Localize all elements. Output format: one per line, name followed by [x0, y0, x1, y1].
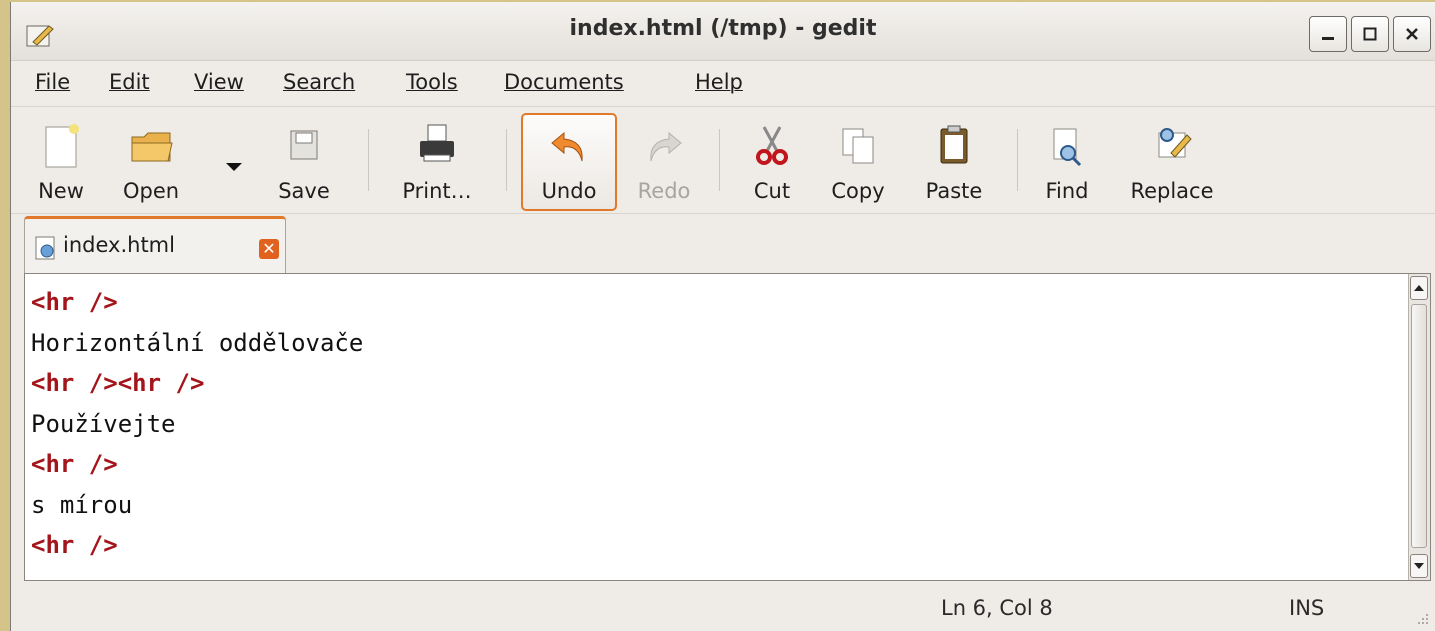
menu-documents[interactable]: Documents	[504, 70, 624, 94]
insert-mode-indicator[interactable]: INS	[1289, 596, 1324, 620]
title-bar[interactable]: index.html (/tmp) - gedit	[11, 2, 1435, 61]
code-line: <hr />	[31, 444, 363, 485]
html-tag-token: <hr />	[31, 450, 118, 478]
text-token: Horizontální oddělovače	[31, 328, 364, 357]
find-button[interactable]: Find	[1035, 115, 1099, 211]
gedit-window: index.html (/tmp) - gedit File Edit View…	[10, 2, 1435, 631]
new-document-icon	[45, 124, 79, 168]
html-tag-token: <hr /><hr />	[31, 369, 205, 397]
undo-arrow-icon	[551, 131, 583, 162]
html-file-icon	[35, 236, 55, 260]
editor-lines: <hr /> Horizontální oddělovače <hr /><hr /…	[31, 282, 363, 566]
code-line: <hr /><hr />	[31, 363, 363, 404]
scissors-icon	[756, 126, 788, 165]
paste-button[interactable]: Paste	[911, 115, 997, 211]
clipboard-icon	[940, 125, 968, 164]
cursor-position: Ln 6, Col 8	[941, 596, 1053, 620]
code-line: Horizontální oddělovače	[31, 323, 363, 364]
undo-button[interactable]: Undo	[521, 113, 617, 211]
chevron-down-icon	[226, 163, 242, 171]
resize-grip-icon[interactable]	[1415, 611, 1429, 625]
cut-button[interactable]: Cut	[739, 115, 805, 211]
status-bar: Ln 6, Col 8 INS	[11, 586, 1435, 631]
open-folder-icon	[131, 132, 173, 162]
find-magnifier-icon	[1053, 128, 1082, 167]
replace-button[interactable]: Replace	[1117, 115, 1227, 211]
text-token: Používejte	[31, 409, 176, 438]
toolbar-separator	[1017, 129, 1018, 191]
new-button[interactable]: New	[29, 115, 93, 211]
scroll-up-button[interactable]	[1410, 276, 1428, 300]
maximize-icon	[1363, 27, 1377, 41]
menu-bar: File Edit View Search Tools Documents He…	[11, 62, 1435, 102]
arrow-up-icon	[1414, 285, 1424, 291]
html-tag-token: <hr />	[31, 288, 118, 316]
scrollbar-thumb[interactable]	[1411, 304, 1427, 548]
menu-file[interactable]: File	[35, 70, 70, 94]
save-disk-icon	[290, 130, 318, 160]
replace-icon	[1158, 128, 1192, 158]
toolbar-separator	[368, 129, 369, 191]
menu-view[interactable]: View	[194, 70, 244, 94]
save-button[interactable]: Save	[271, 115, 337, 211]
redo-arrow-icon	[650, 131, 682, 162]
menu-search[interactable]: Search	[283, 70, 355, 94]
copy-icon	[842, 128, 874, 164]
window-title: index.html (/tmp) - gedit	[569, 16, 877, 41]
text-token: s mírou	[31, 490, 133, 519]
html-tag-token: <hr />	[31, 531, 118, 559]
redo-button[interactable]: Redo	[627, 115, 701, 211]
code-line: <hr />	[31, 525, 363, 566]
toolbar-separator	[719, 129, 720, 191]
minimize-icon	[1322, 37, 1334, 40]
close-window-button[interactable]	[1393, 16, 1431, 52]
open-recent-dropdown[interactable]	[219, 115, 249, 211]
toolbar-separator	[506, 129, 507, 191]
menu-help[interactable]: Help	[695, 70, 743, 94]
print-button[interactable]: Print…	[387, 115, 487, 211]
toolbar: New Open Save Print… Undo Redo Cut Copy …	[11, 106, 1435, 214]
minimize-button[interactable]	[1309, 16, 1347, 52]
menu-edit[interactable]: Edit	[109, 70, 150, 94]
printer-icon	[420, 124, 454, 162]
text-editor[interactable]: <hr /> Horizontální oddělovače <hr /><hr /…	[24, 273, 1431, 581]
code-line: s mírou	[31, 485, 363, 526]
tab-index-html[interactable]: index.html ✕	[24, 216, 286, 274]
code-line: Používejte	[31, 404, 363, 445]
menu-tools[interactable]: Tools	[406, 70, 458, 94]
arrow-down-icon	[1414, 563, 1424, 569]
open-button[interactable]: Open	[111, 115, 191, 211]
vertical-scrollbar[interactable]	[1408, 274, 1430, 580]
close-tab-button[interactable]: ✕	[259, 239, 279, 259]
scroll-down-button[interactable]	[1410, 554, 1428, 578]
copy-button[interactable]: Copy	[821, 115, 895, 211]
maximize-button[interactable]	[1351, 16, 1389, 52]
close-icon	[1406, 28, 1418, 40]
code-line: <hr />	[31, 282, 363, 323]
